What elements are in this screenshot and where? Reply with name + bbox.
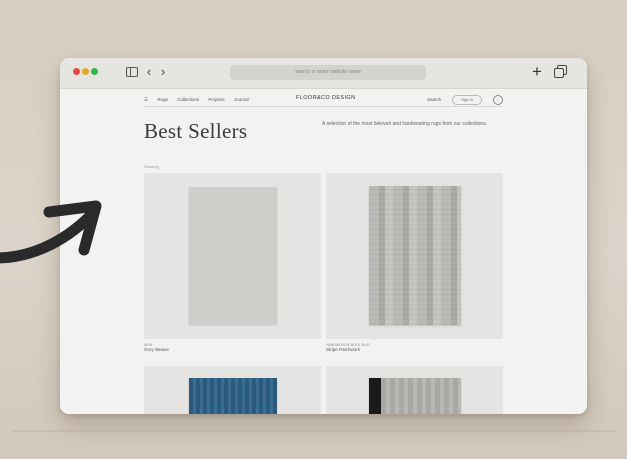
curved-arrow-icon	[0, 200, 102, 264]
